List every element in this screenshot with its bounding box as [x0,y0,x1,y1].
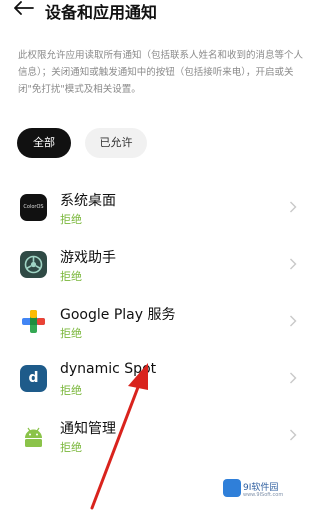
app-status: 拒绝 [60,384,82,397]
tab-all[interactable]: 全部 [17,128,71,158]
list-item-system-launcher[interactable]: ColorOS 系统桌面 拒绝 [0,180,315,237]
google-play-services-icon [20,308,47,335]
app-name: 游戏助手 [60,250,116,266]
chevron-right-icon [290,201,297,213]
chevron-right-icon [290,258,297,270]
permission-description: 此权限允许应用读取所有通知（包括联系人姓名和收到的消息等个人信息）；关闭通知或触… [18,50,304,95]
list-item-dynamic-spot[interactable]: d dynamic Spot 拒绝 [0,351,315,408]
app-name: 通知管理 [60,421,116,437]
coloros-icon: ColorOS [20,194,47,221]
page-title: 设备和应用通知 [45,3,158,22]
chevron-right-icon [290,429,297,441]
app-status: 拒绝 [60,327,82,340]
dynamic-spot-icon: d [20,365,47,392]
arrow-left-icon[interactable] [14,1,34,15]
android-icon [20,422,47,449]
top-app-bar: 设备和应用通知 [0,0,315,22]
list-item-notification-manager[interactable]: 通知管理 拒绝 [0,408,315,465]
watermark-subtext: www.9ISoft.com [243,492,284,498]
app-status: 拒绝 [60,270,82,283]
list-item-google-play-services[interactable]: Google Play 服务 拒绝 [0,294,315,351]
chevron-right-icon [290,315,297,327]
app-name: 系统桌面 [60,193,116,209]
app-status: 拒绝 [60,441,82,454]
list-item-game-assistant[interactable]: 游戏助手 拒绝 [0,237,315,294]
tab-allowed[interactable]: 已允许 [85,128,147,158]
game-assistant-icon [20,251,47,278]
app-name: Google Play 服务 [60,307,176,323]
app-name: dynamic Spot [60,361,157,377]
chevron-right-icon [290,372,297,384]
app-status: 拒绝 [60,213,82,226]
site-watermark: 9I软件园 www.9ISoft.com [223,475,303,505]
watermark-logo-icon [223,479,241,497]
